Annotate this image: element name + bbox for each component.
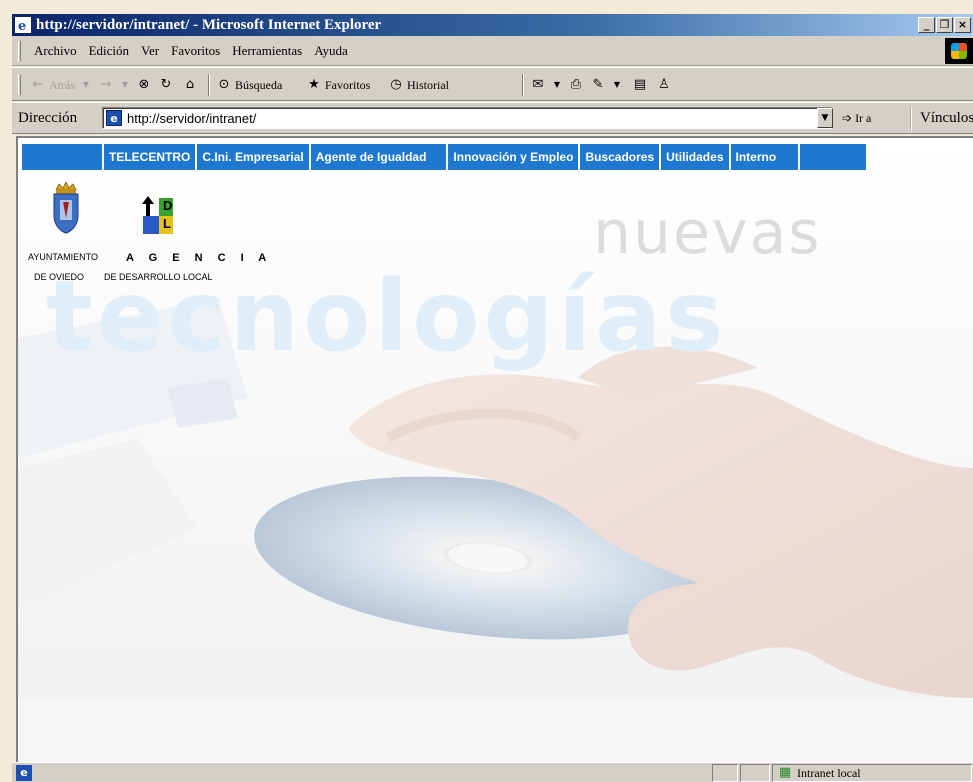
nav-agente-igualdad[interactable]: Agente de Igualdad (310, 144, 447, 170)
menu-herramientas[interactable]: Herramientas (232, 36, 302, 66)
back-label: Atrás (49, 77, 75, 92)
menu-edicion[interactable]: Edición (89, 36, 129, 66)
site-nav-bar: TELECENTRO C.Ini. Empresarial Agente de … (22, 144, 973, 170)
go-label: Ir a (855, 111, 872, 125)
search-button[interactable]: ⊙ Búsqueda (216, 74, 283, 96)
home-button[interactable]: ⌂ (182, 74, 198, 96)
discuss-button[interactable]: ▤ (632, 74, 648, 96)
nav-buscadores[interactable]: Buscadores (580, 144, 660, 170)
history-icon: ◷ (390, 77, 402, 92)
intranet-zone-icon: ▦ (778, 765, 792, 780)
window-title: http://servidor/intranet/ - Microsoft In… (36, 17, 382, 33)
status-panel (712, 764, 738, 782)
title-bar[interactable]: e http://servidor/intranet/ - Microsoft … (12, 14, 973, 36)
status-panel (740, 764, 770, 782)
page-status-icon: e (16, 765, 32, 781)
discuss-icon: ▤ (633, 77, 647, 92)
stop-button[interactable]: ⊗ (136, 74, 152, 96)
search-label: Búsqueda (235, 77, 283, 92)
windows-logo-icon (951, 43, 967, 59)
menu-ayuda[interactable]: Ayuda (314, 36, 347, 66)
adl-logo[interactable] (140, 194, 180, 238)
edit-icon: ✎ (592, 77, 604, 92)
mail-button[interactable]: ✉ ▼ (530, 74, 565, 96)
menu-favoritos[interactable]: Favoritos (171, 36, 220, 66)
go-arrow-icon: ➩ (842, 111, 853, 125)
agencia-title: A G E N C I A (126, 252, 273, 264)
nav-spacer-right (800, 144, 867, 170)
search-icon: ⊙ (218, 77, 230, 92)
history-label: Historial (407, 77, 449, 92)
minimize-button[interactable]: _ (918, 17, 935, 33)
chevron-down-icon: ▼ (821, 113, 829, 123)
chevron-down-icon: ▼ (121, 80, 129, 89)
chevron-down-icon: ▼ (553, 80, 561, 89)
nav-spacer-left (22, 144, 102, 170)
edit-button[interactable]: ✎ ▼ (590, 74, 625, 96)
status-bar: e ▦ Intranet local (12, 762, 973, 782)
home-icon: ⌂ (185, 77, 195, 92)
address-dropdown-button[interactable]: ▼ (817, 108, 833, 128)
adl-letter-l: L (163, 216, 171, 231)
window-controls: _ ❐ × (918, 17, 971, 33)
links-button[interactable]: Vínculos (910, 107, 973, 131)
back-button[interactable]: ← Atrás ▼ (30, 74, 94, 96)
print-button[interactable]: ⎙ (568, 74, 584, 96)
address-bar: Dirección e ▼ ➩ Ir a Vínculos (12, 102, 973, 134)
nav-telecentro[interactable]: TELECENTRO (104, 144, 196, 170)
ayuntamiento-text: AYUNTAMIENTO (28, 252, 99, 262)
favorites-icon: ★ (308, 77, 320, 92)
ie-logo-icon: e (15, 17, 31, 33)
print-icon: ⎙ (570, 77, 582, 92)
messenger-button[interactable]: ♙ (656, 74, 672, 96)
history-button[interactable]: ◷ Historial (388, 74, 449, 96)
security-zone: ▦ Intranet local (772, 764, 972, 782)
forward-arrow-icon: → (100, 77, 112, 92)
hero-word-nuevas: nuevas (593, 198, 822, 268)
browser-window: e http://servidor/intranet/ - Microsoft … (0, 0, 973, 782)
agencia-subtitle: DE DESARROLLO LOCAL (104, 272, 213, 282)
close-button[interactable]: × (954, 17, 971, 33)
nav-innovacion-empleo[interactable]: Innovación y Empleo (448, 144, 579, 170)
stop-icon: ⊗ (138, 77, 150, 92)
back-arrow-icon: ← (32, 77, 44, 92)
nav-interno[interactable]: Interno (730, 144, 799, 170)
chevron-down-icon: ▼ (613, 80, 621, 89)
address-input[interactable] (127, 109, 807, 127)
menu-bar: Archivo Edición Ver Favoritos Herramient… (12, 36, 973, 66)
address-label: Dirección (18, 110, 78, 126)
page-content: TELECENTRO C.Ini. Empresarial Agente de … (16, 136, 973, 762)
menu-items: Archivo Edición Ver Favoritos Herramient… (34, 36, 348, 66)
messenger-icon: ♙ (658, 77, 670, 92)
page-icon: e (106, 110, 122, 126)
toolbar-separator (522, 74, 524, 96)
coat-of-arms-logo[interactable] (50, 182, 82, 234)
toolbar-grip[interactable] (18, 75, 21, 95)
nav-utilidades[interactable]: Utilidades (661, 144, 729, 170)
forward-button[interactable]: → ▼ (98, 74, 133, 96)
nav-cini-empresarial[interactable]: C.Ini. Empresarial (197, 144, 309, 170)
standard-toolbar: ← Atrás ▼ → ▼ ⊗ ↻ ⌂ ⊙ Búsqueda ★ Favorit… (12, 67, 973, 101)
maximize-button[interactable]: ❐ (936, 17, 953, 33)
toolbar-separator (208, 74, 210, 96)
menu-ver[interactable]: Ver (141, 36, 159, 66)
favorites-button[interactable]: ★ Favoritos (306, 74, 370, 96)
go-button[interactable]: ➩ Ir a (842, 109, 871, 127)
refresh-button[interactable]: ↻ (158, 74, 174, 96)
mail-icon: ✉ (532, 77, 544, 92)
adl-letter-d: D (163, 198, 173, 213)
menu-grip[interactable] (18, 41, 21, 61)
favorites-label: Favoritos (325, 77, 371, 92)
refresh-icon: ↻ (160, 77, 172, 92)
svg-text:e: e (18, 19, 26, 33)
zone-label: Intranet local (797, 765, 861, 780)
address-field[interactable]: e (102, 107, 832, 129)
menu-archivo[interactable]: Archivo (34, 36, 77, 66)
ayuntamiento-oviedo-text: DE OVIEDO (34, 272, 85, 282)
windows-throbber (945, 38, 973, 64)
chevron-down-icon: ▼ (82, 80, 90, 89)
